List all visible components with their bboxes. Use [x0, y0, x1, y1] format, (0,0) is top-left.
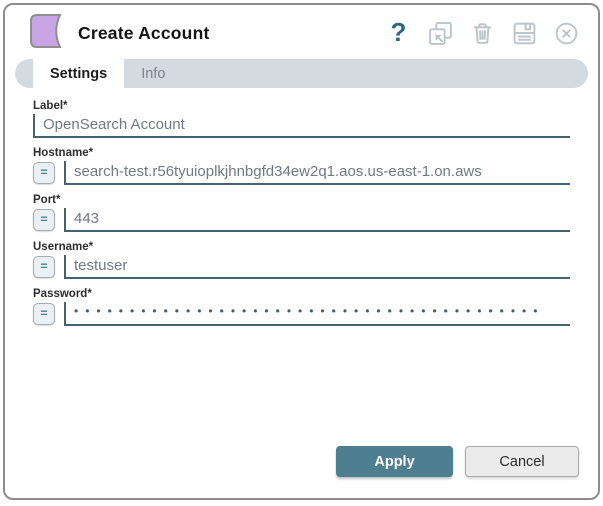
- open-external-icon[interactable]: [427, 20, 454, 47]
- close-icon[interactable]: [553, 20, 580, 47]
- tab-settings[interactable]: Settings: [33, 59, 125, 88]
- username-input[interactable]: [64, 255, 570, 279]
- tab-settings-label: Settings: [50, 65, 108, 82]
- trash-icon[interactable]: [469, 20, 496, 47]
- hostname-input[interactable]: [64, 161, 570, 185]
- label-field-label: Label*: [33, 100, 68, 112]
- username-field-group: Username* =: [33, 241, 570, 279]
- password-field-group: Password* =: [33, 288, 570, 326]
- password-field-label: Password*: [33, 288, 92, 300]
- label-field-group: Label*: [33, 100, 570, 138]
- password-input[interactable]: [64, 302, 570, 326]
- label-input[interactable]: [33, 114, 570, 138]
- dialog-header: Create Account ?: [5, 5, 598, 57]
- dialog-title: Create Account: [78, 22, 210, 43]
- hostname-field-label: Hostname*: [33, 147, 94, 159]
- hostname-field-group: Hostname* =: [33, 147, 570, 185]
- save-icon[interactable]: [511, 20, 538, 47]
- dialog-footer: Apply Cancel: [336, 446, 579, 477]
- help-icon[interactable]: ?: [385, 19, 412, 47]
- password-flow-variable-button[interactable]: =: [33, 303, 55, 325]
- username-field-label: Username*: [33, 241, 94, 253]
- port-input[interactable]: [64, 208, 570, 232]
- tab-info[interactable]: Info: [124, 59, 182, 88]
- settings-form: Label* Hostname* = Port* = Username* =: [5, 88, 598, 326]
- port-field-label: Port*: [33, 194, 61, 206]
- port-flow-variable-button[interactable]: =: [33, 209, 55, 231]
- port-field-group: Port* =: [33, 194, 570, 232]
- create-account-dialog: Create Account ? Settings Info Label* Op…: [3, 3, 600, 500]
- node-icon: [27, 12, 67, 55]
- tab-bar: Settings Info: [15, 59, 588, 88]
- tab-info-label: Info: [141, 65, 166, 82]
- username-flow-variable-button[interactable]: =: [33, 256, 55, 278]
- apply-button[interactable]: Apply: [336, 446, 453, 477]
- cancel-button[interactable]: Cancel: [465, 446, 579, 477]
- hostname-flow-variable-button[interactable]: =: [33, 162, 55, 184]
- tab-bar-left-cap: [15, 59, 33, 88]
- dialog-toolbar: ?: [385, 19, 580, 47]
